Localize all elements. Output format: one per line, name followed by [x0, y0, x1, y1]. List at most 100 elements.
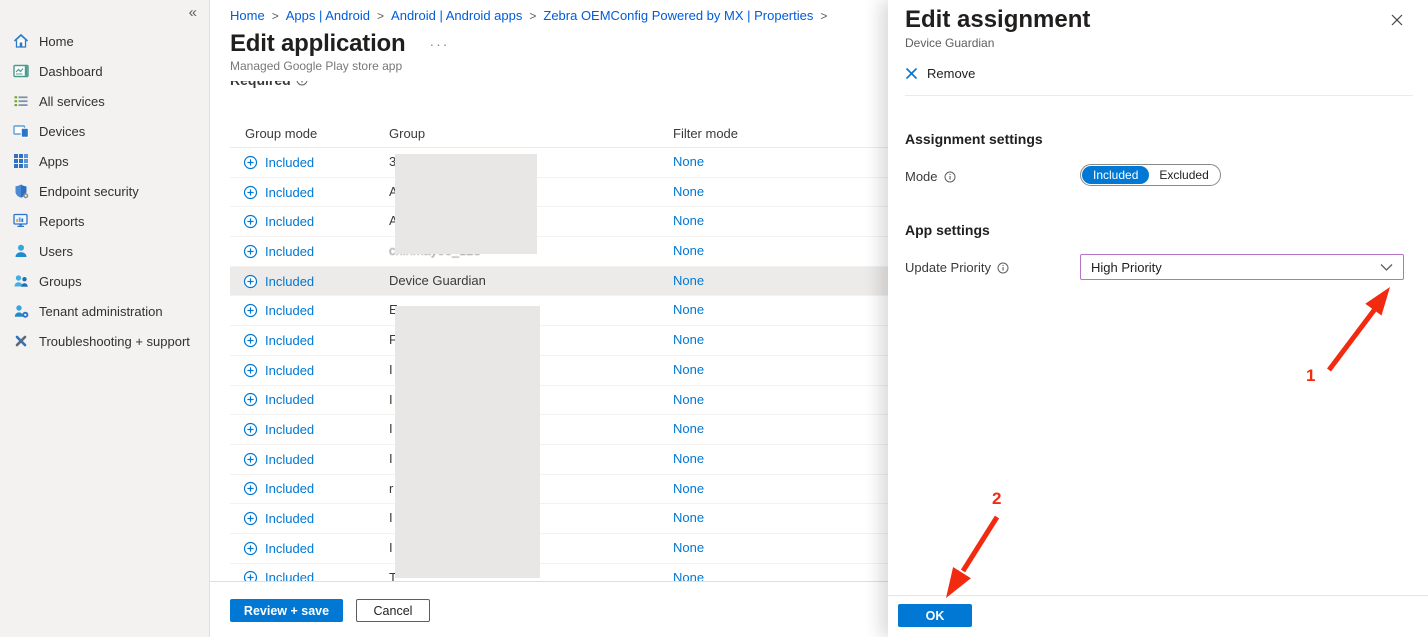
more-menu-icon[interactable]: ··· — [429, 36, 449, 52]
filter-mode-link[interactable]: None — [673, 504, 704, 533]
main-content: Home>Apps | Android>Android | Android ap… — [210, 0, 888, 637]
breadcrumb-link[interactable]: Zebra OEMConfig Powered by MX | Properti… — [543, 8, 813, 23]
sidebar-item-tenant-administration[interactable]: Tenant administration — [0, 296, 209, 326]
group-name: I — [389, 386, 393, 415]
table-row[interactable]: Included I None — [230, 445, 888, 475]
table-row[interactable]: Included T None — [230, 564, 888, 582]
table-row[interactable]: Included 3 None — [230, 148, 888, 178]
group-name: Device Guardian — [389, 267, 486, 296]
group-name: I — [389, 534, 393, 563]
group-mode-link[interactable]: Included — [265, 303, 314, 318]
group-mode-link[interactable]: Included — [265, 333, 314, 348]
sidebar-item-all-services[interactable]: All services — [0, 86, 209, 116]
group-mode-link[interactable]: Included — [265, 541, 314, 556]
plus-circle-icon — [243, 570, 258, 582]
group-mode-link[interactable]: Included — [265, 452, 314, 467]
tenant-administration-icon — [13, 303, 29, 319]
mode-option-included[interactable]: Included — [1082, 166, 1149, 184]
sidebar-item-endpoint-security[interactable]: Endpoint security — [0, 176, 209, 206]
filter-mode-link[interactable]: None — [673, 237, 704, 266]
filter-mode-link[interactable]: None — [673, 475, 704, 504]
review-save-button[interactable]: Review + save — [230, 599, 343, 622]
table-body: Included 3 None Included A None Included… — [210, 148, 888, 582]
info-icon[interactable] — [997, 262, 1009, 274]
ok-button[interactable]: OK — [898, 604, 972, 627]
group-mode-link[interactable]: Included — [265, 392, 314, 407]
filter-mode-link[interactable]: None — [673, 207, 704, 236]
breadcrumb-link[interactable]: Home — [230, 8, 265, 23]
group-mode-link[interactable]: Included — [265, 481, 314, 496]
filter-mode-link[interactable]: None — [673, 534, 704, 563]
apps-icon — [13, 153, 29, 169]
groups-icon — [13, 273, 29, 289]
plus-circle-icon — [243, 333, 258, 348]
group-mode-link[interactable]: Included — [265, 363, 314, 378]
remove-button[interactable]: Remove — [905, 66, 975, 81]
table-row[interactable]: Included F None — [230, 326, 888, 356]
table-row[interactable]: Included r None — [230, 475, 888, 505]
redaction-overlay — [395, 154, 537, 254]
collapse-sidebar-icon[interactable]: « — [189, 4, 197, 21]
mode-option-excluded[interactable]: Excluded — [1149, 166, 1218, 184]
breadcrumb-link[interactable]: Apps | Android — [286, 8, 370, 23]
table-header-row: Group mode Group Filter mode — [230, 120, 888, 148]
reports-icon — [13, 213, 29, 229]
filter-mode-link[interactable]: None — [673, 386, 704, 415]
table-row[interactable]: Included E None — [230, 296, 888, 326]
filter-mode-link[interactable]: None — [673, 267, 704, 296]
filter-mode-link[interactable]: None — [673, 296, 704, 325]
plus-circle-icon — [243, 303, 258, 318]
remove-x-icon — [905, 67, 918, 80]
group-mode-link[interactable]: Included — [265, 214, 314, 229]
plus-circle-icon — [243, 452, 258, 467]
filter-mode-link[interactable]: None — [673, 415, 704, 444]
group-mode-link[interactable]: Included — [265, 422, 314, 437]
table-row[interactable]: Included I None — [230, 386, 888, 416]
filter-mode-link[interactable]: None — [673, 178, 704, 207]
table-row[interactable]: Included I None — [230, 504, 888, 534]
panel-title: Edit assignment — [905, 6, 1090, 34]
group-mode-link[interactable]: Included — [265, 155, 314, 170]
sidebar-item-devices[interactable]: Devices — [0, 116, 209, 146]
group-mode-link[interactable]: Included — [265, 570, 314, 582]
filter-mode-link[interactable]: None — [673, 445, 704, 474]
sidebar-item-dashboard[interactable]: Dashboard — [0, 56, 209, 86]
table-row[interactable]: Included A None — [230, 178, 888, 208]
sidebar-item-reports[interactable]: Reports — [0, 206, 209, 236]
group-mode-link[interactable]: Included — [265, 185, 314, 200]
table-row[interactable]: Included Device Guardian None — [230, 267, 888, 297]
sidebar-item-apps[interactable]: Apps — [0, 146, 209, 176]
column-header-filter-mode: Filter mode — [673, 120, 738, 147]
home-icon — [13, 33, 29, 49]
sidebar-item-users[interactable]: Users — [0, 236, 209, 266]
plus-circle-icon — [243, 422, 258, 437]
sidebar-item-home[interactable]: Home — [0, 26, 209, 56]
filter-mode-link[interactable]: None — [673, 356, 704, 385]
update-priority-dropdown[interactable]: High Priority — [1080, 254, 1404, 280]
table-row[interactable]: Included A None — [230, 207, 888, 237]
group-name: I — [389, 415, 393, 444]
table-row[interactable]: Included I None — [230, 356, 888, 386]
breadcrumb-link[interactable]: Android | Android apps — [391, 8, 522, 23]
info-icon[interactable] — [944, 171, 956, 183]
sidebar-item-troubleshooting-support[interactable]: Troubleshooting + support — [0, 326, 209, 356]
group-mode-link[interactable]: Included — [265, 274, 314, 289]
assignment-settings-heading: Assignment settings — [905, 131, 1043, 147]
divider — [888, 595, 1428, 596]
filter-mode-link[interactable]: None — [673, 148, 704, 177]
filter-mode-link[interactable]: None — [673, 564, 704, 582]
plus-circle-icon — [243, 214, 258, 229]
group-mode-link[interactable]: Included — [265, 244, 314, 259]
filter-mode-link[interactable]: None — [673, 326, 704, 355]
annotation-step-1: 1 — [1306, 366, 1315, 386]
table-row[interactable]: Included I None — [230, 415, 888, 445]
group-mode-link[interactable]: Included — [265, 511, 314, 526]
sidebar-item-groups[interactable]: Groups — [0, 266, 209, 296]
close-icon[interactable] — [1388, 11, 1406, 29]
annotation-step-2: 2 — [992, 489, 1001, 509]
cancel-button[interactable]: Cancel — [356, 599, 430, 622]
group-name: I — [389, 445, 393, 474]
table-row[interactable]: Included chinmayee_123 None — [230, 237, 888, 267]
plus-circle-icon — [243, 155, 258, 170]
table-row[interactable]: Included I None — [230, 534, 888, 564]
